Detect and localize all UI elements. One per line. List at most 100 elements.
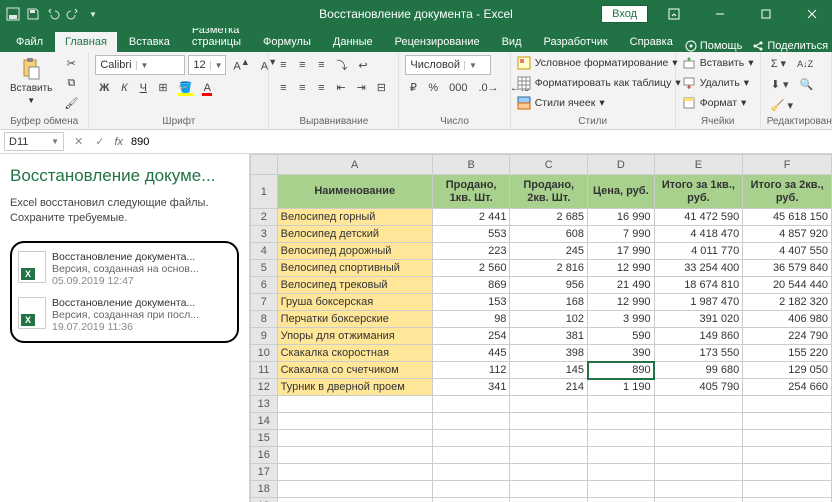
cell[interactable]: 1 190 <box>588 379 655 396</box>
cell[interactable]: 553 <box>432 226 510 243</box>
cell[interactable]: 245 <box>510 243 588 260</box>
fill-color-icon[interactable]: 🪣 <box>175 79 197 96</box>
header-cell[interactable]: Итого за 1кв., руб. <box>654 175 743 209</box>
cell[interactable]: 17 990 <box>588 243 655 260</box>
tab-вставка[interactable]: Вставка <box>119 32 180 52</box>
format-painter-icon[interactable]: 🖌 <box>60 95 82 112</box>
row-header[interactable]: 16 <box>251 447 278 464</box>
cell[interactable]: Велосипед трековый <box>277 277 432 294</box>
column-header[interactable]: F <box>743 155 832 175</box>
row-header[interactable]: 8 <box>251 311 278 328</box>
cell[interactable]: 129 050 <box>743 362 832 379</box>
cell[interactable]: 155 220 <box>743 345 832 362</box>
borders-icon[interactable]: ⊞ <box>154 79 171 96</box>
cell[interactable] <box>277 498 432 502</box>
column-header[interactable]: C <box>510 155 588 175</box>
cell[interactable] <box>277 396 432 413</box>
cell[interactable]: 2 816 <box>510 260 588 277</box>
cell[interactable] <box>432 498 510 502</box>
cell[interactable] <box>277 481 432 498</box>
cell[interactable] <box>588 481 655 498</box>
recovery-item[interactable]: Восстановление документа...Версия, созда… <box>18 297 231 333</box>
cell[interactable]: 3 990 <box>588 311 655 328</box>
row-header[interactable]: 9 <box>251 328 278 345</box>
autosum-icon[interactable]: Σ ▾ <box>767 55 790 72</box>
bold-button[interactable]: Ж <box>95 80 113 96</box>
cell[interactable]: 41 472 590 <box>654 209 743 226</box>
row-header[interactable]: 4 <box>251 243 278 260</box>
cell[interactable]: 153 <box>432 294 510 311</box>
cell[interactable]: Перчатки боксерские <box>277 311 432 328</box>
cell[interactable]: 16 990 <box>588 209 655 226</box>
cell[interactable]: 21 490 <box>588 277 655 294</box>
cell[interactable]: Груша боксерская <box>277 294 432 311</box>
format-as-table-button[interactable]: Форматировать как таблицу ▾ <box>517 75 681 91</box>
cell[interactable] <box>654 464 743 481</box>
header-cell[interactable]: Итого за 2кв., руб. <box>743 175 832 209</box>
cell[interactable] <box>654 396 743 413</box>
tab-вид[interactable]: Вид <box>492 32 532 52</box>
cell[interactable]: 149 860 <box>654 328 743 345</box>
sort-filter-icon[interactable]: A↓Z <box>793 57 817 71</box>
cell[interactable] <box>277 447 432 464</box>
close-button[interactable] <box>792 0 832 28</box>
cell[interactable]: 2 182 320 <box>743 294 832 311</box>
cell[interactable] <box>510 498 588 502</box>
cell[interactable] <box>510 447 588 464</box>
tab-разработчик[interactable]: Разработчик <box>534 32 618 52</box>
cell[interactable]: 4 857 920 <box>743 226 832 243</box>
italic-button[interactable]: К <box>116 80 132 96</box>
ribbon-display-options-icon[interactable] <box>654 0 694 28</box>
cell[interactable]: 36 579 840 <box>743 260 832 277</box>
undo-icon[interactable] <box>46 7 60 21</box>
row-header[interactable]: 19 <box>251 498 278 502</box>
cell[interactable]: 112 <box>432 362 510 379</box>
cell[interactable]: 956 <box>510 277 588 294</box>
find-select-icon[interactable]: 🔍 <box>796 76 818 93</box>
cell[interactable]: Скакалка скоростная <box>277 345 432 362</box>
cell[interactable] <box>654 447 743 464</box>
insert-function-icon[interactable]: fx <box>110 136 127 148</box>
minimize-button[interactable] <box>700 0 740 28</box>
underline-button[interactable]: Ч <box>135 80 151 96</box>
cell[interactable] <box>510 464 588 481</box>
cell[interactable] <box>510 413 588 430</box>
recovery-item[interactable]: Восстановление документа...Версия, созда… <box>18 251 231 287</box>
cell[interactable]: 33 254 400 <box>654 260 743 277</box>
align-center-icon[interactable]: ≡ <box>294 80 310 96</box>
row-header[interactable]: 10 <box>251 345 278 362</box>
cell[interactable]: 4 418 470 <box>654 226 743 243</box>
delete-cells-button[interactable]: Удалить ▾ <box>682 75 749 91</box>
cell[interactable] <box>510 430 588 447</box>
column-header[interactable]: E <box>654 155 743 175</box>
header-cell[interactable]: Наименование <box>277 175 432 209</box>
cell[interactable]: 2 441 <box>432 209 510 226</box>
merge-icon[interactable]: ⊟ <box>373 79 390 96</box>
row-header[interactable]: 17 <box>251 464 278 481</box>
align-right-icon[interactable]: ≡ <box>313 80 329 96</box>
cell[interactable]: 45 618 150 <box>743 209 832 226</box>
row-header[interactable]: 15 <box>251 430 278 447</box>
cell[interactable]: 173 550 <box>654 345 743 362</box>
login-button[interactable]: Вход <box>601 5 648 23</box>
copy-icon[interactable]: ⧉ <box>60 75 82 92</box>
cell[interactable]: 890 <box>588 362 655 379</box>
cell[interactable]: 12 990 <box>588 260 655 277</box>
cell[interactable]: Турник в дверной проем <box>277 379 432 396</box>
paste-button[interactable]: Вставить ▼ <box>6 55 56 107</box>
cell[interactable]: 12 990 <box>588 294 655 311</box>
share-button[interactable]: Поделиться <box>752 40 828 52</box>
cell[interactable]: 405 790 <box>654 379 743 396</box>
cell[interactable] <box>432 481 510 498</box>
cell[interactable]: 445 <box>432 345 510 362</box>
cell[interactable]: 4 011 770 <box>654 243 743 260</box>
row-header[interactable]: 1 <box>251 175 278 209</box>
cell[interactable] <box>510 481 588 498</box>
cell[interactable] <box>654 498 743 502</box>
fill-icon[interactable]: ⬇ ▾ <box>767 76 793 93</box>
cell[interactable]: Скакалка со счетчиком <box>277 362 432 379</box>
cell[interactable] <box>277 413 432 430</box>
cell[interactable]: 7 990 <box>588 226 655 243</box>
header-cell[interactable]: Продано, 1кв. Шт. <box>432 175 510 209</box>
row-header[interactable]: 5 <box>251 260 278 277</box>
